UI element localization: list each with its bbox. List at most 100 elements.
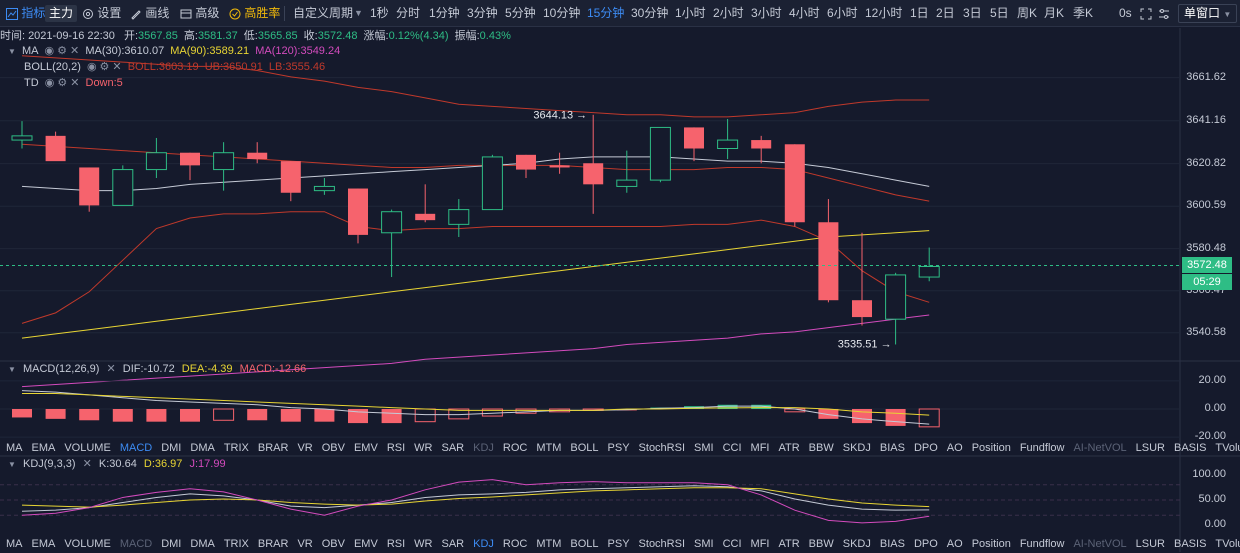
indicator-tab-tvolume[interactable]: TVolume [1215, 536, 1240, 553]
low-label: 低: [243, 30, 258, 42]
collapse-icon[interactable]: ▼ [8, 365, 16, 374]
indicator-tab-mfi[interactable]: MFI [751, 440, 770, 457]
indicator-tab-smi[interactable]: SMI [694, 536, 714, 553]
indicator-tab-ai-netvol[interactable]: AI-NetVOL [1073, 440, 1126, 457]
indicator-tab-obv[interactable]: OBV [322, 536, 345, 553]
indicator-tab-wr[interactable]: WR [414, 536, 432, 553]
collapse-icon[interactable]: ▼ [8, 47, 16, 56]
indicator-tab-cci[interactable]: CCI [723, 536, 742, 553]
candle-body [616, 179, 638, 187]
kdj-name: KDJ(9,3,3) [22, 458, 76, 470]
indicator-tab-ema[interactable]: EMA [32, 536, 56, 553]
indicator-tabs-macd-pane: MA EMA VOLUME MACD DMI DMA TRIX BRAR VR OBV EMV RSI… [6, 440, 1240, 457]
indicator-tab-ema[interactable]: EMA [32, 440, 56, 457]
macd-bar [213, 408, 235, 421]
indicator-tab-sar[interactable]: SAR [441, 536, 464, 553]
indicator-tab-rsi[interactable]: RSI [387, 536, 405, 553]
eye-icon[interactable]: ◉ [87, 59, 97, 75]
indicator-tab-ma[interactable]: MA [6, 440, 23, 457]
indicator-tab-kdj[interactable]: KDJ [473, 440, 494, 457]
indicator-tab-lsur[interactable]: LSUR [1136, 536, 1165, 553]
candle-body [918, 266, 940, 278]
indicator-tab-dpo[interactable]: DPO [914, 440, 938, 457]
indicator-tab-dpo[interactable]: DPO [914, 536, 938, 553]
change-label: 涨幅: [363, 30, 389, 42]
indicator-tab-dmi[interactable]: DMI [161, 536, 181, 553]
indicator-tab-dma[interactable]: DMA [190, 440, 214, 457]
indicator-tab-emv[interactable]: EMV [354, 440, 378, 457]
price-tick: 3580.48 [1186, 241, 1226, 254]
indicator-tab-bbw[interactable]: BBW [809, 536, 834, 553]
indicator-tab-vr[interactable]: VR [297, 536, 312, 553]
indicator-tab-ao[interactable]: AO [947, 440, 963, 457]
indicator-tab-trix[interactable]: TRIX [224, 440, 249, 457]
indicator-tab-position[interactable]: Position [972, 536, 1011, 553]
indicator-tab-atr[interactable]: ATR [778, 440, 799, 457]
candle-body [516, 154, 536, 170]
indicator-tab-vr[interactable]: VR [297, 440, 312, 457]
indicator-tab-lsur[interactable]: LSUR [1136, 440, 1165, 457]
indicator-tab-position[interactable]: Position [972, 440, 1011, 457]
indicator-tab-rsi[interactable]: RSI [387, 440, 405, 457]
indicator-tab-skdj[interactable]: SKDJ [843, 440, 871, 457]
indicator-tab-brar[interactable]: BRAR [258, 440, 289, 457]
indicator-tab-ai-netvol[interactable]: AI-NetVOL [1073, 536, 1126, 553]
gear-icon[interactable]: ⚙ [100, 59, 110, 75]
indicator-tab-skdj[interactable]: SKDJ [843, 536, 871, 553]
indicator-tab-psy[interactable]: PSY [608, 536, 630, 553]
indicator-tab-volume[interactable]: VOLUME [64, 536, 110, 553]
indicator-tab-obv[interactable]: OBV [322, 440, 345, 457]
indicator-tab-boll[interactable]: BOLL [570, 536, 598, 553]
indicator-tab-dma[interactable]: DMA [190, 536, 214, 553]
indicator-tab-smi[interactable]: SMI [694, 440, 714, 457]
candle-body [885, 274, 907, 320]
indicator-tab-psy[interactable]: PSY [608, 440, 630, 457]
close-icon[interactable]: ✕ [106, 361, 115, 377]
indicator-tab-bbw[interactable]: BBW [809, 440, 834, 457]
indicator-tab-tvolume[interactable]: TVolume [1215, 440, 1240, 457]
indicator-tab-fundflow[interactable]: Fundflow [1020, 440, 1065, 457]
indicator-tab-macd[interactable]: MACD [120, 440, 152, 457]
indicator-tab-roc[interactable]: ROC [503, 440, 527, 457]
collapse-icon[interactable]: ▼ [8, 460, 16, 469]
indicator-tab-trix[interactable]: TRIX [224, 536, 249, 553]
gear-icon[interactable]: ⚙ [57, 43, 67, 59]
indicator-tab-boll[interactable]: BOLL [570, 440, 598, 457]
indicator-tab-roc[interactable]: ROC [503, 536, 527, 553]
indicator-tab-brar[interactable]: BRAR [258, 536, 289, 553]
td-name: TD [24, 77, 39, 89]
boll-lb-value: LB:3555.46 [268, 61, 326, 73]
indicator-tab-stochrsi[interactable]: StochRSI [639, 536, 685, 553]
close-icon[interactable]: ✕ [83, 456, 92, 472]
indicator-tab-bias[interactable]: BIAS [880, 536, 905, 553]
macd-name: MACD(12,26,9) [22, 363, 100, 375]
gear-icon[interactable]: ⚙ [57, 75, 67, 91]
eye-icon[interactable]: ◉ [45, 75, 55, 91]
close-icon[interactable]: ✕ [112, 59, 121, 75]
close-icon[interactable]: ✕ [70, 75, 79, 91]
indicator-tab-basis[interactable]: BASIS [1174, 536, 1206, 553]
indicator-tab-dmi[interactable]: DMI [161, 440, 181, 457]
indicator-tab-fundflow[interactable]: Fundflow [1020, 536, 1065, 553]
indicator-tab-basis[interactable]: BASIS [1174, 440, 1206, 457]
indicator-tab-mfi[interactable]: MFI [751, 536, 770, 553]
macd-bar [247, 409, 268, 421]
indicator-tab-wr[interactable]: WR [414, 440, 432, 457]
indicator-tab-volume[interactable]: VOLUME [64, 440, 110, 457]
indicator-tab-sar[interactable]: SAR [441, 440, 464, 457]
eye-icon[interactable]: ◉ [45, 43, 55, 59]
indicator-tab-stochrsi[interactable]: StochRSI [639, 440, 685, 457]
indicator-tab-emv[interactable]: EMV [354, 536, 378, 553]
indicator-tab-bias[interactable]: BIAS [880, 440, 905, 457]
candle-body [649, 126, 671, 181]
indicator-tab-ma[interactable]: MA [6, 536, 23, 553]
boll-value: BOLL:3603.19 [127, 61, 199, 73]
indicator-tab-macd[interactable]: MACD [120, 536, 152, 553]
indicator-tab-cci[interactable]: CCI [723, 440, 742, 457]
indicator-tab-ao[interactable]: AO [947, 536, 963, 553]
indicator-tab-mtm[interactable]: MTM [536, 536, 561, 553]
indicator-tab-mtm[interactable]: MTM [536, 440, 561, 457]
indicator-tab-kdj[interactable]: KDJ [473, 536, 494, 553]
close-icon[interactable]: ✕ [70, 43, 79, 59]
indicator-tab-atr[interactable]: ATR [778, 536, 799, 553]
